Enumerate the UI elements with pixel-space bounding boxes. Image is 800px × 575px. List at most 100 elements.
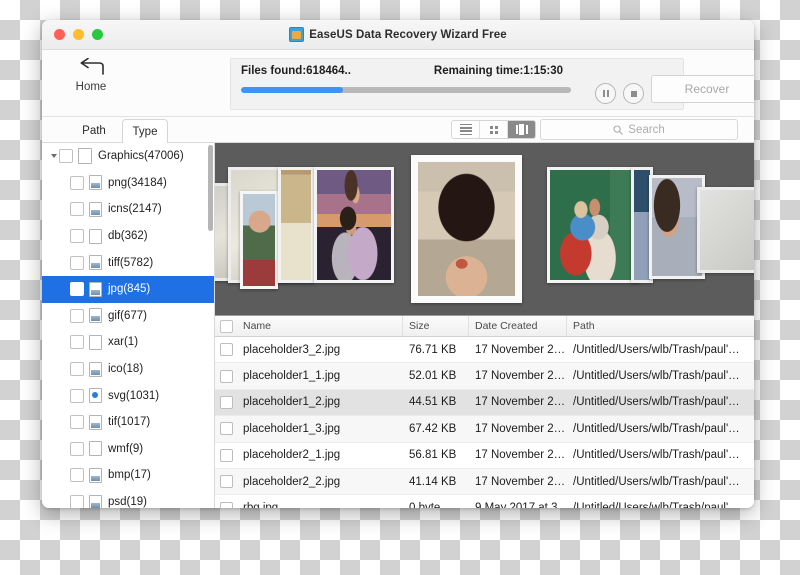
row-checkbox[interactable] [219, 343, 233, 357]
progress-bar [241, 87, 571, 93]
sidebar-item-svg[interactable]: svg(1031) [42, 382, 214, 409]
column-header-name[interactable]: Name [237, 316, 403, 336]
tab-path[interactable]: Path [72, 119, 116, 142]
sidebar-item-icns[interactable]: icns(2147) [42, 196, 214, 223]
sidebar-item-png[interactable]: png(34184) [42, 170, 214, 197]
table-row[interactable]: placeholder2_1.jpg 56.81 KB 17 November 2…… [215, 443, 754, 469]
row-checkbox[interactable] [219, 448, 233, 462]
type-checkbox[interactable] [70, 308, 84, 323]
cell-name: rbq.jpg [237, 502, 403, 508]
table-row[interactable]: placeholder2_2.jpg 41.14 KB 17 November 2…… [215, 468, 754, 496]
table-row[interactable]: placeholder1_2.jpg 44.51 KB 17 November 2…… [215, 389, 754, 417]
sidebar-item-tif[interactable]: tif(1017) [42, 409, 214, 436]
row-checkbox[interactable] [219, 501, 233, 508]
search-icon [613, 124, 624, 135]
type-checkbox[interactable] [70, 388, 84, 403]
pause-button[interactable] [595, 83, 616, 104]
table-row[interactable]: rbq.jpg0 byte9 May 2017 at 3…/Untitled/U… [215, 495, 754, 508]
sidebar-item-jpg[interactable]: jpg(845) [42, 275, 214, 303]
list-view-button[interactable] [452, 121, 480, 138]
sidebar-item-label: jpg(845) [108, 283, 151, 296]
cell-path: /Untitled/Users/wlb/Trash/paul'… [573, 370, 740, 383]
preview-photo-stack-left-mid[interactable] [240, 191, 278, 289]
cell-name: placeholder1_3.jpg [243, 422, 341, 435]
preview-photo-stack-left-front[interactable] [314, 167, 394, 283]
tab-type[interactable]: Type [122, 119, 168, 144]
title-container: EaseUS Data Recovery Wizard Free [42, 20, 754, 49]
type-checkbox[interactable] [70, 468, 84, 483]
image-file-icon [89, 467, 102, 483]
table-row[interactable]: placeholder3_2.jpg 76.71 KB 17 November 2…… [215, 337, 754, 364]
type-checkbox[interactable] [70, 495, 84, 508]
sidebar-scrollbar[interactable] [208, 145, 213, 231]
row-checkbox-cell[interactable] [215, 369, 237, 383]
column-header-date[interactable]: Date Created [469, 316, 567, 336]
type-checkbox[interactable] [70, 202, 84, 217]
sidebar-item-bmp[interactable]: bmp(17) [42, 462, 214, 489]
sidebar-item-psd[interactable]: psd(19) [42, 489, 214, 508]
row-checkbox-cell[interactable] [215, 475, 237, 489]
column-header-path[interactable]: Path [567, 316, 754, 336]
row-checkbox-cell[interactable] [215, 422, 237, 436]
preview-photo-stack-right-front[interactable] [547, 167, 639, 283]
table-row[interactable]: placeholder1_3.jpg 67.42 KB 17 November 2…… [215, 416, 754, 443]
search-field[interactable]: Search [540, 119, 738, 140]
sidebar-item-gif[interactable]: gif(677) [42, 303, 214, 330]
svg-file-icon [89, 388, 102, 404]
body-split: Graphics(47006) png(34184) icns(2147) db(3… [42, 143, 754, 508]
row-checkbox-cell[interactable] [215, 448, 237, 462]
sidebar-item-db[interactable]: db(362) [42, 223, 214, 250]
type-checkbox[interactable] [70, 282, 84, 297]
coverflow-preview[interactable] [215, 143, 754, 315]
grid-view-icon [489, 125, 498, 134]
type-checkbox[interactable] [70, 255, 84, 270]
table-row[interactable]: placeholder1_1.jpg 52.01 KB 17 November 2…… [215, 363, 754, 390]
row-checkbox-cell[interactable] [215, 395, 237, 409]
pause-icon [602, 90, 609, 97]
row-checkbox[interactable] [219, 422, 233, 436]
cell-size: 41.14 KB [409, 475, 457, 488]
tab-strip: Path Type Search [42, 117, 754, 144]
file-results-table: Name Size Date Created Path placeholder3… [215, 315, 754, 508]
stop-button[interactable] [623, 83, 644, 104]
type-checkbox[interactable] [70, 229, 84, 244]
recover-button[interactable]: Recover [651, 75, 754, 103]
image-file-icon [89, 255, 102, 271]
preview-image [652, 178, 702, 276]
grid-view-button[interactable] [480, 121, 508, 138]
coverflow-view-button[interactable] [508, 121, 535, 138]
preview-photo-stack-right-far[interactable] [697, 187, 754, 273]
sidebar-item-label: png(34184) [108, 176, 167, 189]
blank-file-icon [89, 334, 102, 350]
sidebar-item-wmf[interactable]: wmf(9) [42, 436, 214, 463]
row-checkbox-cell[interactable] [215, 501, 237, 508]
cell-path: /Untitled/Users/wlb/Trash/paul'… [567, 502, 754, 508]
chevron-down-icon[interactable] [48, 153, 59, 159]
cell-date: 17 November 2… [475, 343, 566, 356]
row-checkbox[interactable] [219, 395, 233, 409]
graphics-checkbox[interactable] [59, 149, 73, 164]
sidebar-item-tiff[interactable]: tiff(5782) [42, 249, 214, 276]
sidebar-item-graphics[interactable]: Graphics(47006) [42, 143, 214, 170]
preview-image [550, 170, 636, 280]
row-checkbox-cell[interactable] [215, 343, 237, 357]
cell-size: 52.01 KB [409, 370, 457, 383]
column-header-size[interactable]: Size [403, 316, 469, 336]
home-button[interactable]: Home [62, 56, 120, 93]
sidebar-item-ico[interactable]: ico(18) [42, 356, 214, 383]
select-all-header[interactable] [215, 316, 237, 336]
type-checkbox[interactable] [70, 175, 84, 190]
sidebar-item-label: psd(19) [108, 496, 147, 508]
row-checkbox[interactable] [219, 369, 233, 383]
sidebar-item-xar[interactable]: xar(1) [42, 329, 214, 356]
type-checkbox[interactable] [70, 415, 84, 430]
select-all-checkbox[interactable] [219, 319, 233, 333]
preview-photo-stack-left-paper[interactable] [278, 167, 314, 283]
type-checkbox[interactable] [70, 335, 84, 350]
image-file-icon [89, 201, 102, 217]
row-checkbox[interactable] [219, 475, 233, 489]
preview-photo-center-hero[interactable] [411, 155, 522, 303]
type-checkbox[interactable] [70, 441, 84, 456]
type-checkbox[interactable] [70, 362, 84, 377]
cell-size: 76.71 KB [409, 343, 457, 356]
